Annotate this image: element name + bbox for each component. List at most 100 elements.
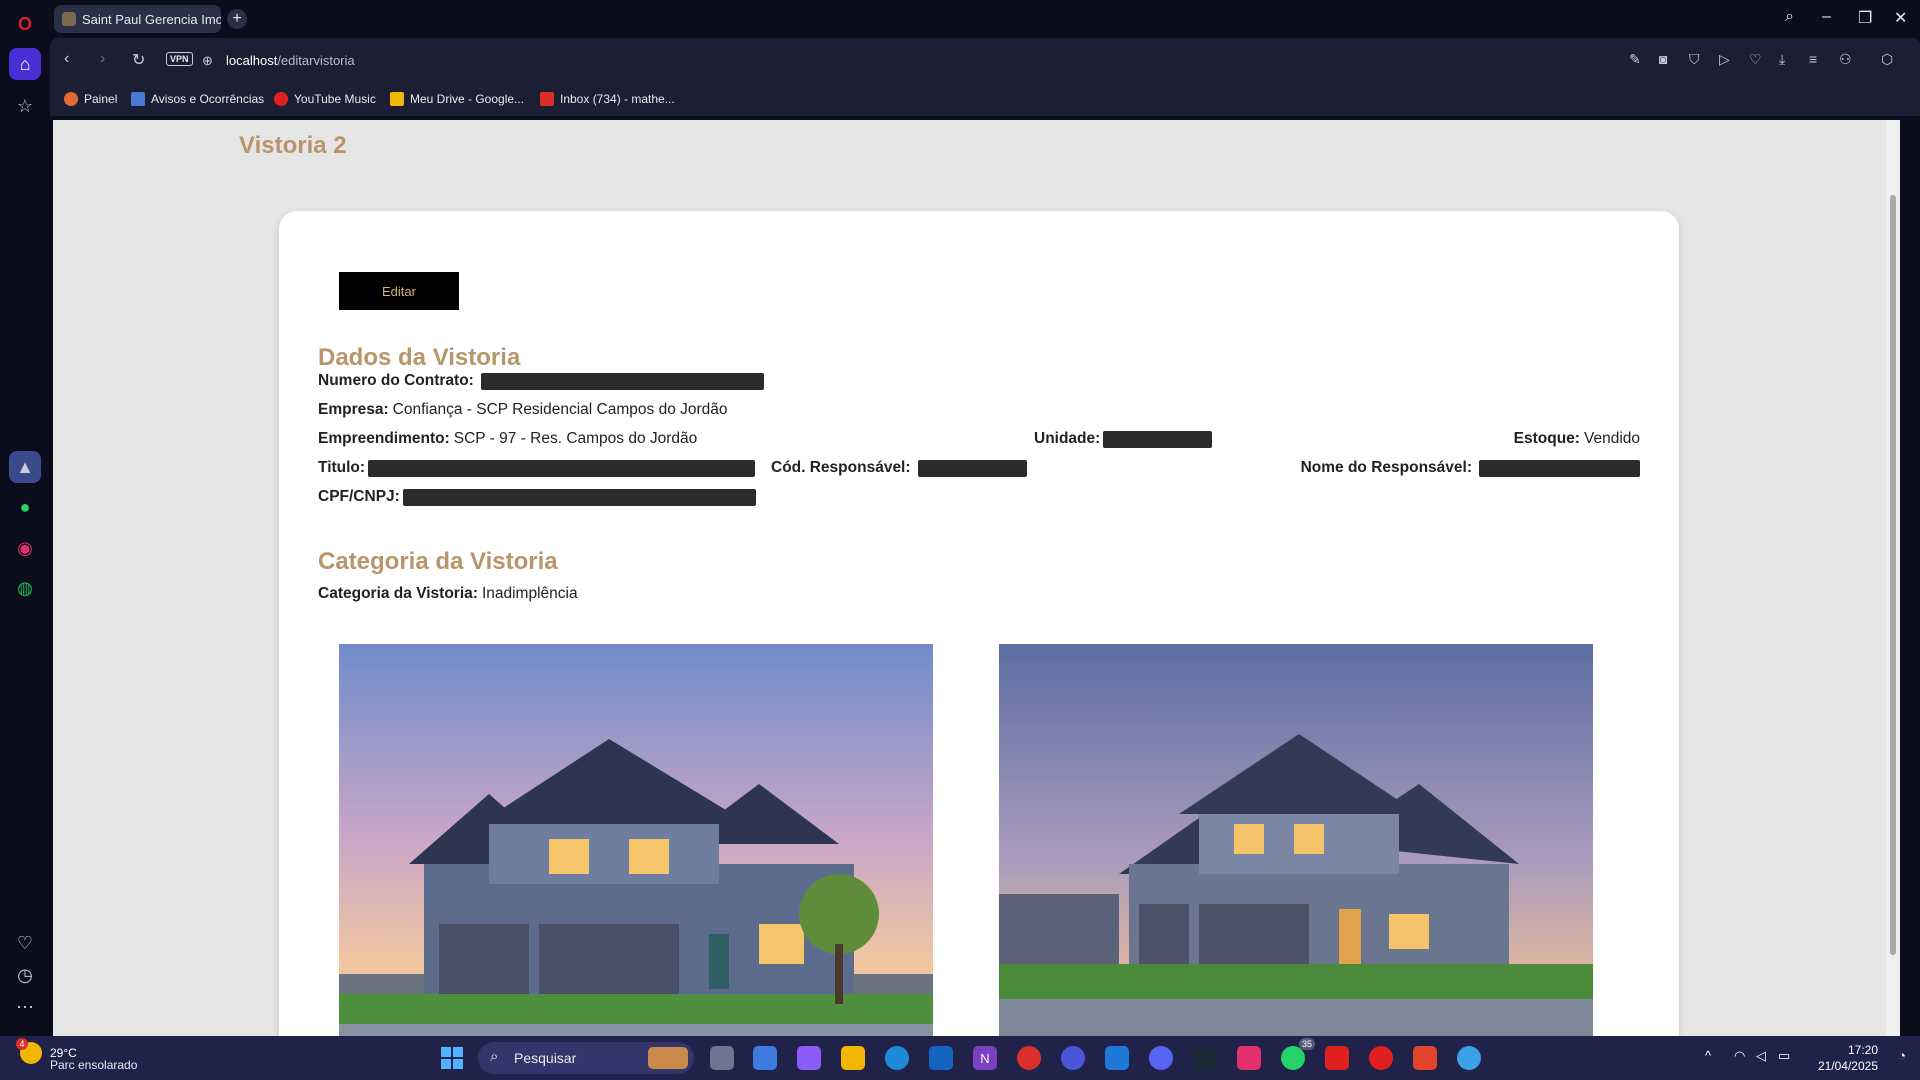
youtube-music-taskbar-icon[interactable] xyxy=(1369,1046,1393,1070)
page-viewport: Vistoria 2 Editar Dados da Vistoria Nume… xyxy=(53,120,1900,1036)
close-icon[interactable]: ✕ xyxy=(1894,8,1907,28)
numero-contrato-label: Numero do Contrato: xyxy=(318,372,474,389)
vistoria-card: Editar Dados da Vistoria Numero do Contr… xyxy=(279,211,1679,1036)
titulo-row: Titulo: xyxy=(318,459,756,477)
heart-icon[interactable]: ♡ xyxy=(1749,51,1762,68)
system-clock[interactable]: 17:20 21/04/2025 xyxy=(1818,1042,1878,1074)
steam-icon[interactable] xyxy=(1193,1046,1217,1070)
sun-icon: 4 xyxy=(16,1038,42,1064)
outlook-icon[interactable] xyxy=(929,1046,953,1070)
bookmark-meu-drive[interactable]: Meu Drive - Google... xyxy=(390,92,524,106)
clock-date: 21/04/2025 xyxy=(1817,1059,1878,1073)
file-explorer-icon[interactable] xyxy=(841,1046,865,1070)
app-icon[interactable] xyxy=(1061,1046,1085,1070)
new-tab-icon[interactable]: + xyxy=(227,9,247,29)
spotify-icon[interactable]: ◍ xyxy=(9,572,41,604)
empresa-label: Empresa: xyxy=(318,401,389,418)
youtube-icon[interactable] xyxy=(1325,1046,1349,1070)
redacted-value xyxy=(402,488,756,506)
tray-chevron-icon[interactable]: ^ xyxy=(1705,1048,1711,1063)
volume-icon[interactable]: ◁ xyxy=(1756,1048,1766,1064)
empreendimento-label: Empreendimento: xyxy=(318,430,450,447)
youtube-music-icon xyxy=(274,92,288,106)
titulo-label: Titulo: xyxy=(318,459,366,476)
search-placeholder: Pesquisar xyxy=(514,1050,577,1066)
estoque-value: Vendido xyxy=(1583,430,1640,447)
vistoria-photo-2[interactable] xyxy=(999,644,1593,1036)
heart-icon[interactable]: ♡ xyxy=(9,927,41,959)
active-tab[interactable]: Saint Paul Gerencia Imobi xyxy=(54,5,221,33)
edit-page-icon[interactable]: ✎ xyxy=(1629,51,1641,68)
redacted-value xyxy=(1479,459,1640,477)
vpn-badge[interactable]: VPN xyxy=(166,52,193,66)
instagram-icon[interactable]: ◉ xyxy=(9,532,41,564)
whatsapp-icon[interactable]: ● xyxy=(9,491,41,523)
edge-icon[interactable] xyxy=(885,1046,909,1070)
scroll-thumb[interactable] xyxy=(1890,195,1896,955)
back-icon[interactable]: ‹ xyxy=(64,50,69,68)
painel-icon xyxy=(64,92,78,106)
extensions-icon[interactable]: ⬡ xyxy=(1881,51,1893,68)
profile-icon[interactable]: ⚇ xyxy=(1839,51,1852,68)
tab-title: Saint Paul Gerencia Imobi xyxy=(82,11,221,27)
taskbar-search[interactable]: ⌕ Pesquisar xyxy=(478,1042,694,1074)
bookmark-avisos[interactable]: Avisos e Ocorrências xyxy=(131,92,264,106)
whatsapp-taskbar-icon[interactable]: 35 xyxy=(1281,1038,1315,1070)
search-tabs-icon[interactable]: ⌕ xyxy=(1785,8,1794,26)
shield-icon[interactable]: ⛉ xyxy=(1689,51,1700,68)
wifi-icon[interactable]: ◠ xyxy=(1734,1048,1745,1064)
more-icon[interactable]: ⋯ xyxy=(9,991,41,1023)
notifications-icon[interactable]: ◔ xyxy=(1898,1048,1906,1063)
docker-icon[interactable] xyxy=(1457,1046,1481,1070)
history-icon[interactable]: ◷ xyxy=(9,959,41,991)
browser-sidebar: O ⌂ ☆ ▲ ● ◉ ◍ ♡ ◷ ⋯ xyxy=(0,0,50,1036)
whatsapp-badge: 35 xyxy=(1298,1038,1315,1050)
restore-icon[interactable]: ❐ xyxy=(1858,8,1872,28)
site-info-icon[interactable]: ⊕ xyxy=(202,53,213,69)
bookmark-inbox[interactable]: Inbox (734) - mathe... xyxy=(540,92,675,106)
copilot-icon[interactable] xyxy=(797,1046,821,1070)
page-scrollbar[interactable] xyxy=(1886,120,1900,1036)
task-view-icon[interactable] xyxy=(710,1046,734,1070)
estoque-field: Estoque: Vendido xyxy=(1514,430,1640,448)
forward-icon[interactable]: › xyxy=(100,50,105,68)
categoria-heading: Categoria da Vistoria xyxy=(318,548,558,575)
instagram-taskbar-icon[interactable] xyxy=(1237,1046,1261,1070)
menu-icon[interactable]: ≡ xyxy=(1809,51,1817,67)
url-field[interactable]: localhost/editarvistoria xyxy=(226,53,355,68)
vistoria-photo-1[interactable] xyxy=(339,644,933,1036)
bookmark-youtube-music[interactable]: YouTube Music xyxy=(274,92,376,106)
discord-icon[interactable] xyxy=(1149,1046,1173,1070)
cod-responsavel-field: Cód. Responsável: xyxy=(771,459,1027,477)
minimize-icon[interactable]: – xyxy=(1822,8,1831,26)
address-bar: ‹ › ↻ VPN ⊕ localhost/editarvistoria ✎ ◙… xyxy=(50,38,1920,84)
weather-widget[interactable]: 4 29°C Parc ensolarado xyxy=(16,1038,138,1072)
store-icon[interactable] xyxy=(753,1046,777,1070)
battery-icon[interactable]: ▭ xyxy=(1778,1048,1790,1064)
aria-icon[interactable]: ▲ xyxy=(9,451,41,483)
home-icon[interactable]: ⌂ xyxy=(9,48,41,80)
page-title: Vistoria 2 xyxy=(239,132,347,159)
reload-icon[interactable]: ↻ xyxy=(132,50,145,70)
play-icon[interactable]: ▷ xyxy=(1719,51,1730,68)
download-icon[interactable]: ⤓ xyxy=(1779,51,1785,68)
redacted-value xyxy=(368,459,756,477)
windows-start-icon[interactable] xyxy=(440,1046,464,1070)
avisos-icon xyxy=(131,92,145,106)
weather-description: Parc ensolarado xyxy=(50,1058,138,1072)
opera-icon[interactable] xyxy=(1017,1046,1041,1070)
onenote-icon[interactable]: N xyxy=(973,1046,997,1070)
star-icon[interactable]: ☆ xyxy=(9,90,41,122)
categoria-value: Inadimplência xyxy=(481,585,578,602)
nome-responsavel-label: Nome do Responsável: xyxy=(1300,459,1472,476)
camera-icon[interactable]: ◙ xyxy=(1659,51,1667,67)
search-icon: ⌕ xyxy=(490,1048,499,1065)
empresa-value: Confiança - SCP Residencial Campos do Jo… xyxy=(392,401,728,418)
vscode-icon[interactable] xyxy=(1105,1046,1129,1070)
office-icon[interactable] xyxy=(1413,1046,1437,1070)
empresa-row: Empresa: Confiança - SCP Residencial Cam… xyxy=(318,401,728,419)
opera-logo-icon[interactable]: O xyxy=(9,8,41,40)
bookmarks-bar: Painel Avisos e Ocorrências YouTube Musi… xyxy=(50,84,1920,116)
edit-button[interactable]: Editar xyxy=(339,272,459,310)
bookmark-painel[interactable]: Painel xyxy=(64,92,117,106)
